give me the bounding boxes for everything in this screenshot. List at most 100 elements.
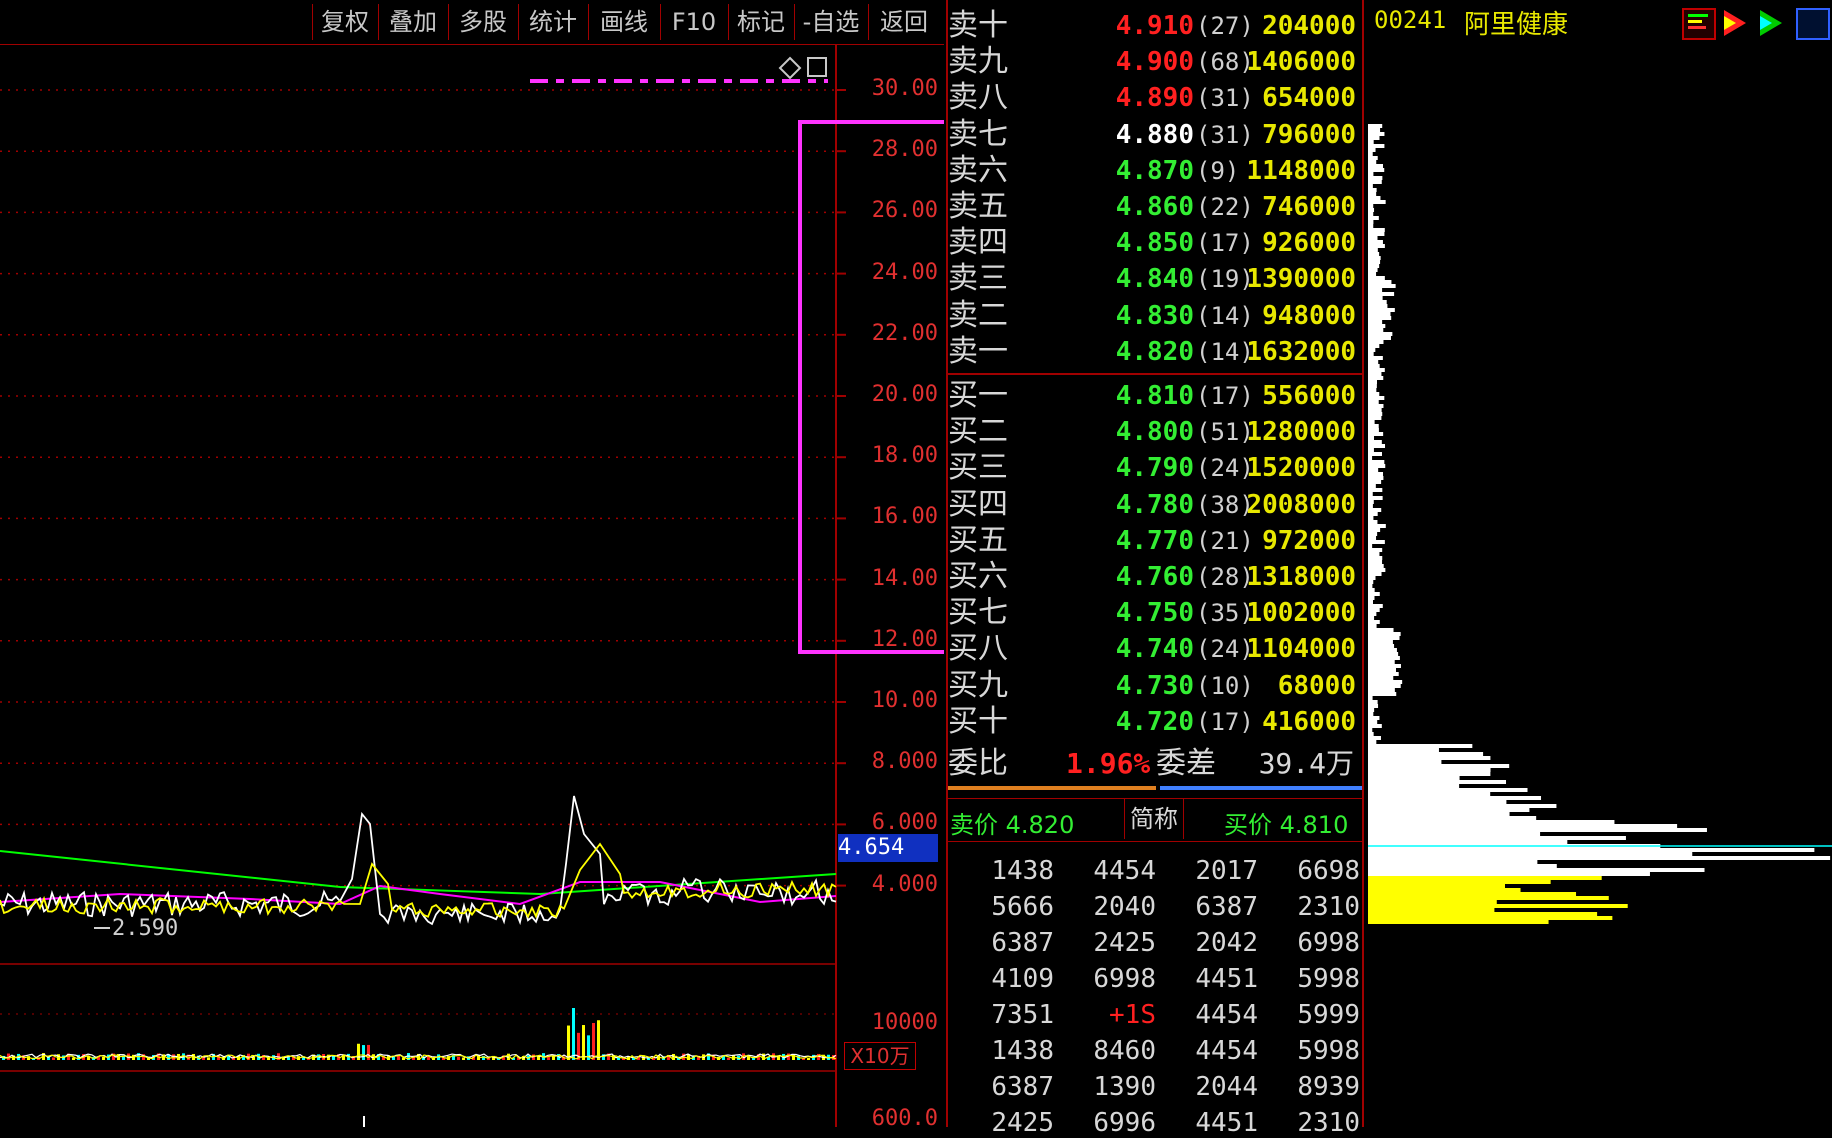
tick-cell: 4451 [1195,964,1258,994]
order-row[interactable]: 买五 4.770 (21) 972000 [946,523,1364,559]
order-volume: 1318000 [1246,562,1356,592]
order-level-label: 买八 [948,631,1008,667]
volume-unit: X10万 [844,1042,916,1070]
chart-canvas [0,44,1432,1127]
order-volume: 68000 [1277,670,1356,701]
order-level-label: 买十 [948,703,1008,739]
volume-axis-label: 10000 [871,1010,938,1035]
order-row[interactable]: 买四 4.780 (38) 2008000 [946,487,1364,523]
tick-cell: 4454 [1195,1000,1258,1030]
tick-cell: 5999 [1297,1000,1360,1030]
order-row[interactable]: 买七 4.750 (35) 1002000 [946,595,1364,631]
quote-ask: 卖价 4.820 [950,811,1075,839]
tick-cell: 4451 [1195,1108,1258,1138]
order-price: 4.800 [1115,417,1194,448]
ratio-bar-sell [948,786,1156,790]
order-level-label: 卖三 [948,261,1008,297]
y-axis-label-3: 24.00 [871,259,938,285]
level2-icon[interactable] [1682,8,1716,40]
tick-cell: 2044 [1195,1072,1258,1102]
order-row[interactable]: 卖十 4.910 (27) 204000 [946,8,1364,44]
stock-code: 00241 [1374,6,1447,34]
order-level-label: 卖一 [948,333,1008,369]
order-price: 4.910 [1115,11,1194,41]
tick-cell: 2425 [1093,928,1156,958]
order-row[interactable]: 卖一 4.820 (14) 1632000 [946,334,1364,370]
tick-cell: 2042 [1195,928,1258,958]
tick-cell: 1390 [1093,1072,1156,1102]
diff-value: 39.4万 [1258,747,1354,780]
current-price-tag: 4.654 [838,834,938,862]
order-row[interactable]: 卖五 4.860 (22) 746000 [946,189,1364,225]
toolbar-btn-1[interactable]: 叠加 [378,4,447,40]
order-level-label: 买四 [948,486,1008,522]
order-row[interactable]: 买八 4.740 (24) 1104000 [946,631,1364,667]
toolbar-btn-8[interactable]: 返回 [868,4,939,40]
order-level-label: 买二 [948,414,1008,450]
order-row[interactable]: 卖八 4.890 (31) 654000 [946,80,1364,116]
tick-cell: 2017 [1195,856,1258,886]
order-row[interactable]: 卖二 4.830 (14) 948000 [946,298,1364,334]
order-volume: 1148000 [1246,155,1356,186]
y-axis-label-1: 28.00 [871,137,938,163]
order-volume: 556000 [1262,381,1356,411]
y-axis-label-0: 30.00 [871,76,938,101]
order-price: 4.720 [1115,706,1194,737]
order-row[interactable]: 卖四 4.850 (17) 926000 [946,225,1364,261]
order-price: 4.870 [1115,155,1194,186]
order-volume: 746000 [1262,192,1356,222]
panel-icon[interactable] [1796,8,1830,40]
order-row[interactable]: 卖三 4.840 (19) 1390000 [946,261,1364,297]
order-price: 4.730 [1115,670,1194,701]
y-axis-label-4: 22.00 [871,320,938,346]
price-chart[interactable]: 30.00 28.00 26.00 24.00 22.00 20.00 18.00 16.00… [0,44,1432,1131]
order-row[interactable]: 卖六 4.870 (9) 1148000 [946,153,1364,189]
toolbar-btn-2[interactable]: 多股 [448,4,517,40]
bottom-axis-label: 600.0 [871,1106,938,1131]
stock-header: 00241 阿里健康 [1368,0,1832,44]
tick-cell: 5998 [1297,964,1360,994]
order-level-label: 卖八 [948,80,1008,116]
order-level-label: 卖九 [948,44,1008,80]
play-green-icon[interactable] [1758,8,1784,42]
order-volume: 1632000 [1246,336,1356,367]
order-row[interactable]: 买十 4.720 (17) 416000 [946,704,1364,740]
play-red-icon[interactable] [1722,8,1748,42]
toolbar-btn-6[interactable]: 标记 [728,4,793,40]
order-row[interactable]: 买三 4.790 (24) 1520000 [946,450,1364,486]
toolbar-btn-7[interactable]: -自选 [794,4,867,40]
order-volume: 654000 [1262,83,1356,114]
order-level-label: 买六 [948,559,1008,594]
order-row[interactable]: 买一 4.810 (17) 556000 [946,378,1364,414]
tick-cell: 4109 [991,964,1054,994]
tick-cell: 6387 [991,1072,1054,1102]
tick-cell: 8939 [1297,1072,1360,1102]
tick-cell: 2040 [1093,892,1156,922]
tick-cell: 8460 [1093,1036,1156,1066]
ratio-value: 1.96% [1066,747,1151,780]
order-row[interactable]: 卖九 4.900 (68) 1406000 [946,44,1364,80]
order-level-label: 卖六 [948,152,1008,188]
order-row[interactable]: 卖七 4.880 (31) 796000 [946,117,1364,153]
order-row[interactable]: 买二 4.800 (51) 1280000 [946,414,1364,450]
toolbar-btn-4[interactable]: 画线 [588,4,659,40]
tick-cell: 2310 [1297,1108,1360,1138]
order-volume: 926000 [1262,228,1356,259]
y-axis-label-13: 4.000 [871,871,938,897]
order-price: 4.780 [1115,489,1194,520]
volume-profile [1368,124,1832,924]
quote-name[interactable]: 简称 [1124,799,1184,839]
tick-cell: 4454 [1093,856,1156,886]
tick-cell: 6387 [1195,892,1258,922]
order-row[interactable]: 买六 4.760 (28) 1318000 [946,559,1364,595]
order-price: 4.840 [1115,264,1194,295]
order-price: 4.820 [1115,336,1194,367]
order-level-label: 卖七 [948,116,1008,152]
order-row[interactable]: 买九 4.730 (10) 68000 [946,668,1364,704]
toolbar-btn-5[interactable]: F10 [660,4,727,40]
book-separator [948,373,1362,375]
tick-cell: 4454 [1195,1036,1258,1066]
toolbar-btn-0[interactable]: 复权 [312,4,377,40]
tick-cell: 2425 [991,1108,1054,1138]
toolbar-btn-3[interactable]: 统计 [518,4,587,40]
